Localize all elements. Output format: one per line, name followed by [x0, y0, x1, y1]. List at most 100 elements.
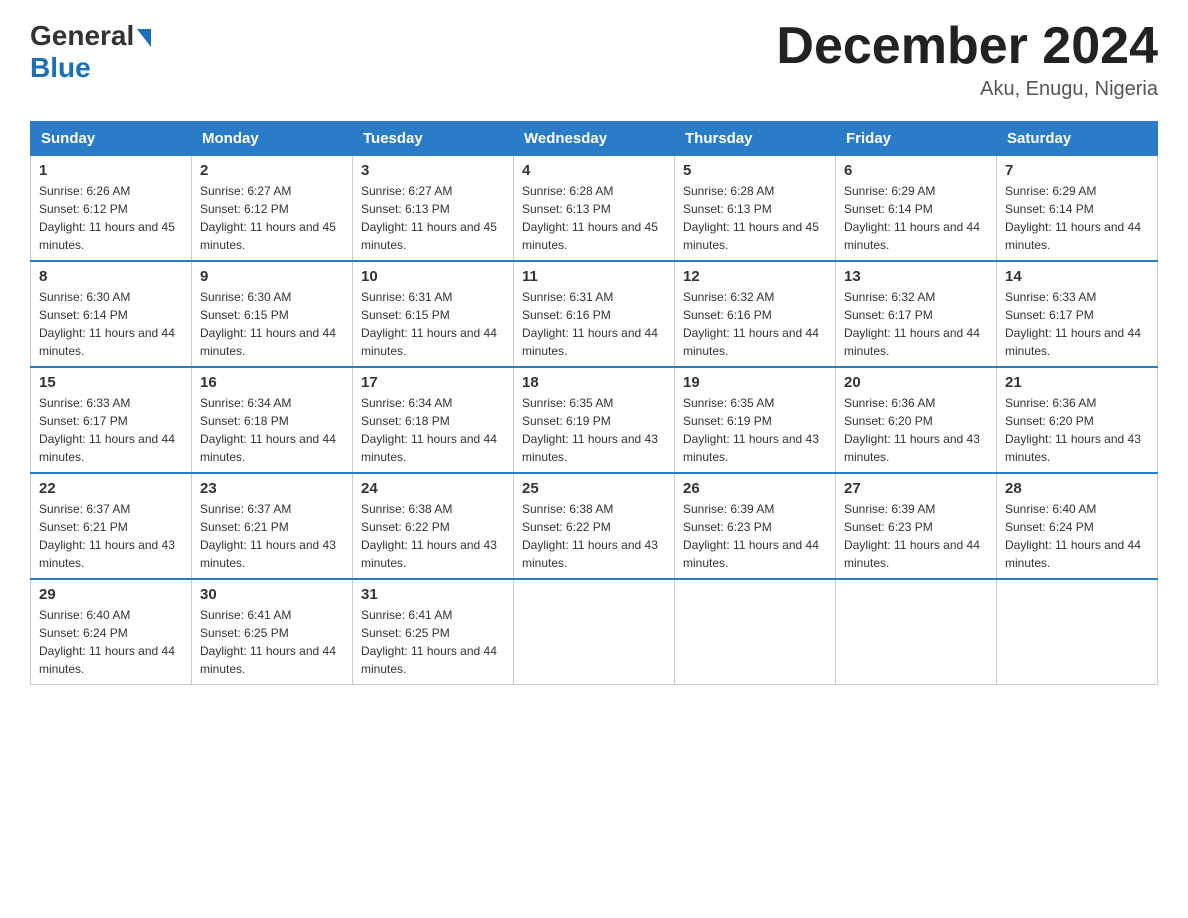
day-info: Sunrise: 6:38 AMSunset: 6:22 PMDaylight:… — [522, 502, 658, 570]
table-row — [675, 579, 836, 685]
day-info: Sunrise: 6:27 AMSunset: 6:13 PMDaylight:… — [361, 184, 497, 252]
day-number: 18 — [522, 374, 666, 391]
day-info: Sunrise: 6:33 AMSunset: 6:17 PMDaylight:… — [39, 396, 175, 464]
header-tuesday: Tuesday — [353, 122, 514, 156]
table-row — [836, 579, 997, 685]
day-info: Sunrise: 6:27 AMSunset: 6:12 PMDaylight:… — [200, 184, 336, 252]
day-number: 6 — [844, 162, 988, 179]
day-number: 30 — [200, 586, 344, 603]
day-info: Sunrise: 6:28 AMSunset: 6:13 PMDaylight:… — [683, 184, 819, 252]
logo: General Blue — [30, 20, 151, 84]
table-row: 16 Sunrise: 6:34 AMSunset: 6:18 PMDaylig… — [192, 367, 353, 473]
day-info: Sunrise: 6:32 AMSunset: 6:16 PMDaylight:… — [683, 290, 819, 358]
table-row: 27 Sunrise: 6:39 AMSunset: 6:23 PMDaylig… — [836, 473, 997, 579]
table-row — [514, 579, 675, 685]
day-info: Sunrise: 6:31 AMSunset: 6:16 PMDaylight:… — [522, 290, 658, 358]
table-row: 14 Sunrise: 6:33 AMSunset: 6:17 PMDaylig… — [997, 261, 1158, 367]
day-info: Sunrise: 6:36 AMSunset: 6:20 PMDaylight:… — [844, 396, 980, 464]
calendar-body: 1 Sunrise: 6:26 AMSunset: 6:12 PMDayligh… — [31, 156, 1158, 685]
table-row: 15 Sunrise: 6:33 AMSunset: 6:17 PMDaylig… — [31, 367, 192, 473]
day-number: 7 — [1005, 162, 1149, 179]
month-title: December 2024 — [776, 20, 1158, 72]
table-row: 10 Sunrise: 6:31 AMSunset: 6:15 PMDaylig… — [353, 261, 514, 367]
day-number: 4 — [522, 162, 666, 179]
day-info: Sunrise: 6:35 AMSunset: 6:19 PMDaylight:… — [683, 396, 819, 464]
day-number: 8 — [39, 268, 183, 285]
day-number: 23 — [200, 480, 344, 497]
day-number: 14 — [1005, 268, 1149, 285]
day-info: Sunrise: 6:39 AMSunset: 6:23 PMDaylight:… — [844, 502, 980, 570]
header-thursday: Thursday — [675, 122, 836, 156]
table-row: 17 Sunrise: 6:34 AMSunset: 6:18 PMDaylig… — [353, 367, 514, 473]
day-info: Sunrise: 6:29 AMSunset: 6:14 PMDaylight:… — [1005, 184, 1141, 252]
calendar-table: Sunday Monday Tuesday Wednesday Thursday… — [30, 121, 1158, 685]
header-wednesday: Wednesday — [514, 122, 675, 156]
table-row: 9 Sunrise: 6:30 AMSunset: 6:15 PMDayligh… — [192, 261, 353, 367]
table-row: 31 Sunrise: 6:41 AMSunset: 6:25 PMDaylig… — [353, 579, 514, 685]
day-number: 15 — [39, 374, 183, 391]
day-number: 17 — [361, 374, 505, 391]
day-info: Sunrise: 6:29 AMSunset: 6:14 PMDaylight:… — [844, 184, 980, 252]
day-number: 2 — [200, 162, 344, 179]
day-number: 12 — [683, 268, 827, 285]
table-row: 8 Sunrise: 6:30 AMSunset: 6:14 PMDayligh… — [31, 261, 192, 367]
table-row: 26 Sunrise: 6:39 AMSunset: 6:23 PMDaylig… — [675, 473, 836, 579]
day-number: 31 — [361, 586, 505, 603]
table-row: 30 Sunrise: 6:41 AMSunset: 6:25 PMDaylig… — [192, 579, 353, 685]
logo-general-text: General — [30, 20, 134, 52]
title-block: December 2024 Aku, Enugu, Nigeria — [776, 20, 1158, 101]
table-row: 23 Sunrise: 6:37 AMSunset: 6:21 PMDaylig… — [192, 473, 353, 579]
day-info: Sunrise: 6:41 AMSunset: 6:25 PMDaylight:… — [200, 608, 336, 676]
day-info: Sunrise: 6:40 AMSunset: 6:24 PMDaylight:… — [39, 608, 175, 676]
header-sunday: Sunday — [31, 122, 192, 156]
day-number: 27 — [844, 480, 988, 497]
day-number: 10 — [361, 268, 505, 285]
table-row: 20 Sunrise: 6:36 AMSunset: 6:20 PMDaylig… — [836, 367, 997, 473]
table-row: 6 Sunrise: 6:29 AMSunset: 6:14 PMDayligh… — [836, 156, 997, 262]
day-number: 20 — [844, 374, 988, 391]
table-row: 18 Sunrise: 6:35 AMSunset: 6:19 PMDaylig… — [514, 367, 675, 473]
day-info: Sunrise: 6:26 AMSunset: 6:12 PMDaylight:… — [39, 184, 175, 252]
day-info: Sunrise: 6:33 AMSunset: 6:17 PMDaylight:… — [1005, 290, 1141, 358]
table-row: 28 Sunrise: 6:40 AMSunset: 6:24 PMDaylig… — [997, 473, 1158, 579]
day-number: 22 — [39, 480, 183, 497]
calendar-header: Sunday Monday Tuesday Wednesday Thursday… — [31, 122, 1158, 156]
day-info: Sunrise: 6:32 AMSunset: 6:17 PMDaylight:… — [844, 290, 980, 358]
day-number: 1 — [39, 162, 183, 179]
day-number: 11 — [522, 268, 666, 285]
day-number: 3 — [361, 162, 505, 179]
table-row: 3 Sunrise: 6:27 AMSunset: 6:13 PMDayligh… — [353, 156, 514, 262]
day-info: Sunrise: 6:30 AMSunset: 6:15 PMDaylight:… — [200, 290, 336, 358]
day-number: 24 — [361, 480, 505, 497]
day-number: 16 — [200, 374, 344, 391]
logo-blue-text: Blue — [30, 52, 91, 83]
day-info: Sunrise: 6:31 AMSunset: 6:15 PMDaylight:… — [361, 290, 497, 358]
day-number: 26 — [683, 480, 827, 497]
table-row: 19 Sunrise: 6:35 AMSunset: 6:19 PMDaylig… — [675, 367, 836, 473]
table-row: 21 Sunrise: 6:36 AMSunset: 6:20 PMDaylig… — [997, 367, 1158, 473]
table-row: 29 Sunrise: 6:40 AMSunset: 6:24 PMDaylig… — [31, 579, 192, 685]
table-row: 25 Sunrise: 6:38 AMSunset: 6:22 PMDaylig… — [514, 473, 675, 579]
day-info: Sunrise: 6:37 AMSunset: 6:21 PMDaylight:… — [200, 502, 336, 570]
header-saturday: Saturday — [997, 122, 1158, 156]
table-row: 24 Sunrise: 6:38 AMSunset: 6:22 PMDaylig… — [353, 473, 514, 579]
day-number: 29 — [39, 586, 183, 603]
page-header: General Blue December 2024 Aku, Enugu, N… — [30, 20, 1158, 101]
day-info: Sunrise: 6:30 AMSunset: 6:14 PMDaylight:… — [39, 290, 175, 358]
day-info: Sunrise: 6:40 AMSunset: 6:24 PMDaylight:… — [1005, 502, 1141, 570]
day-info: Sunrise: 6:37 AMSunset: 6:21 PMDaylight:… — [39, 502, 175, 570]
table-row: 22 Sunrise: 6:37 AMSunset: 6:21 PMDaylig… — [31, 473, 192, 579]
day-number: 19 — [683, 374, 827, 391]
day-number: 9 — [200, 268, 344, 285]
table-row: 13 Sunrise: 6:32 AMSunset: 6:17 PMDaylig… — [836, 261, 997, 367]
day-info: Sunrise: 6:28 AMSunset: 6:13 PMDaylight:… — [522, 184, 658, 252]
day-info: Sunrise: 6:34 AMSunset: 6:18 PMDaylight:… — [361, 396, 497, 464]
day-info: Sunrise: 6:38 AMSunset: 6:22 PMDaylight:… — [361, 502, 497, 570]
table-row — [997, 579, 1158, 685]
table-row: 12 Sunrise: 6:32 AMSunset: 6:16 PMDaylig… — [675, 261, 836, 367]
table-row: 4 Sunrise: 6:28 AMSunset: 6:13 PMDayligh… — [514, 156, 675, 262]
day-number: 28 — [1005, 480, 1149, 497]
day-number: 5 — [683, 162, 827, 179]
logo-arrow-icon — [137, 29, 151, 47]
day-info: Sunrise: 6:35 AMSunset: 6:19 PMDaylight:… — [522, 396, 658, 464]
